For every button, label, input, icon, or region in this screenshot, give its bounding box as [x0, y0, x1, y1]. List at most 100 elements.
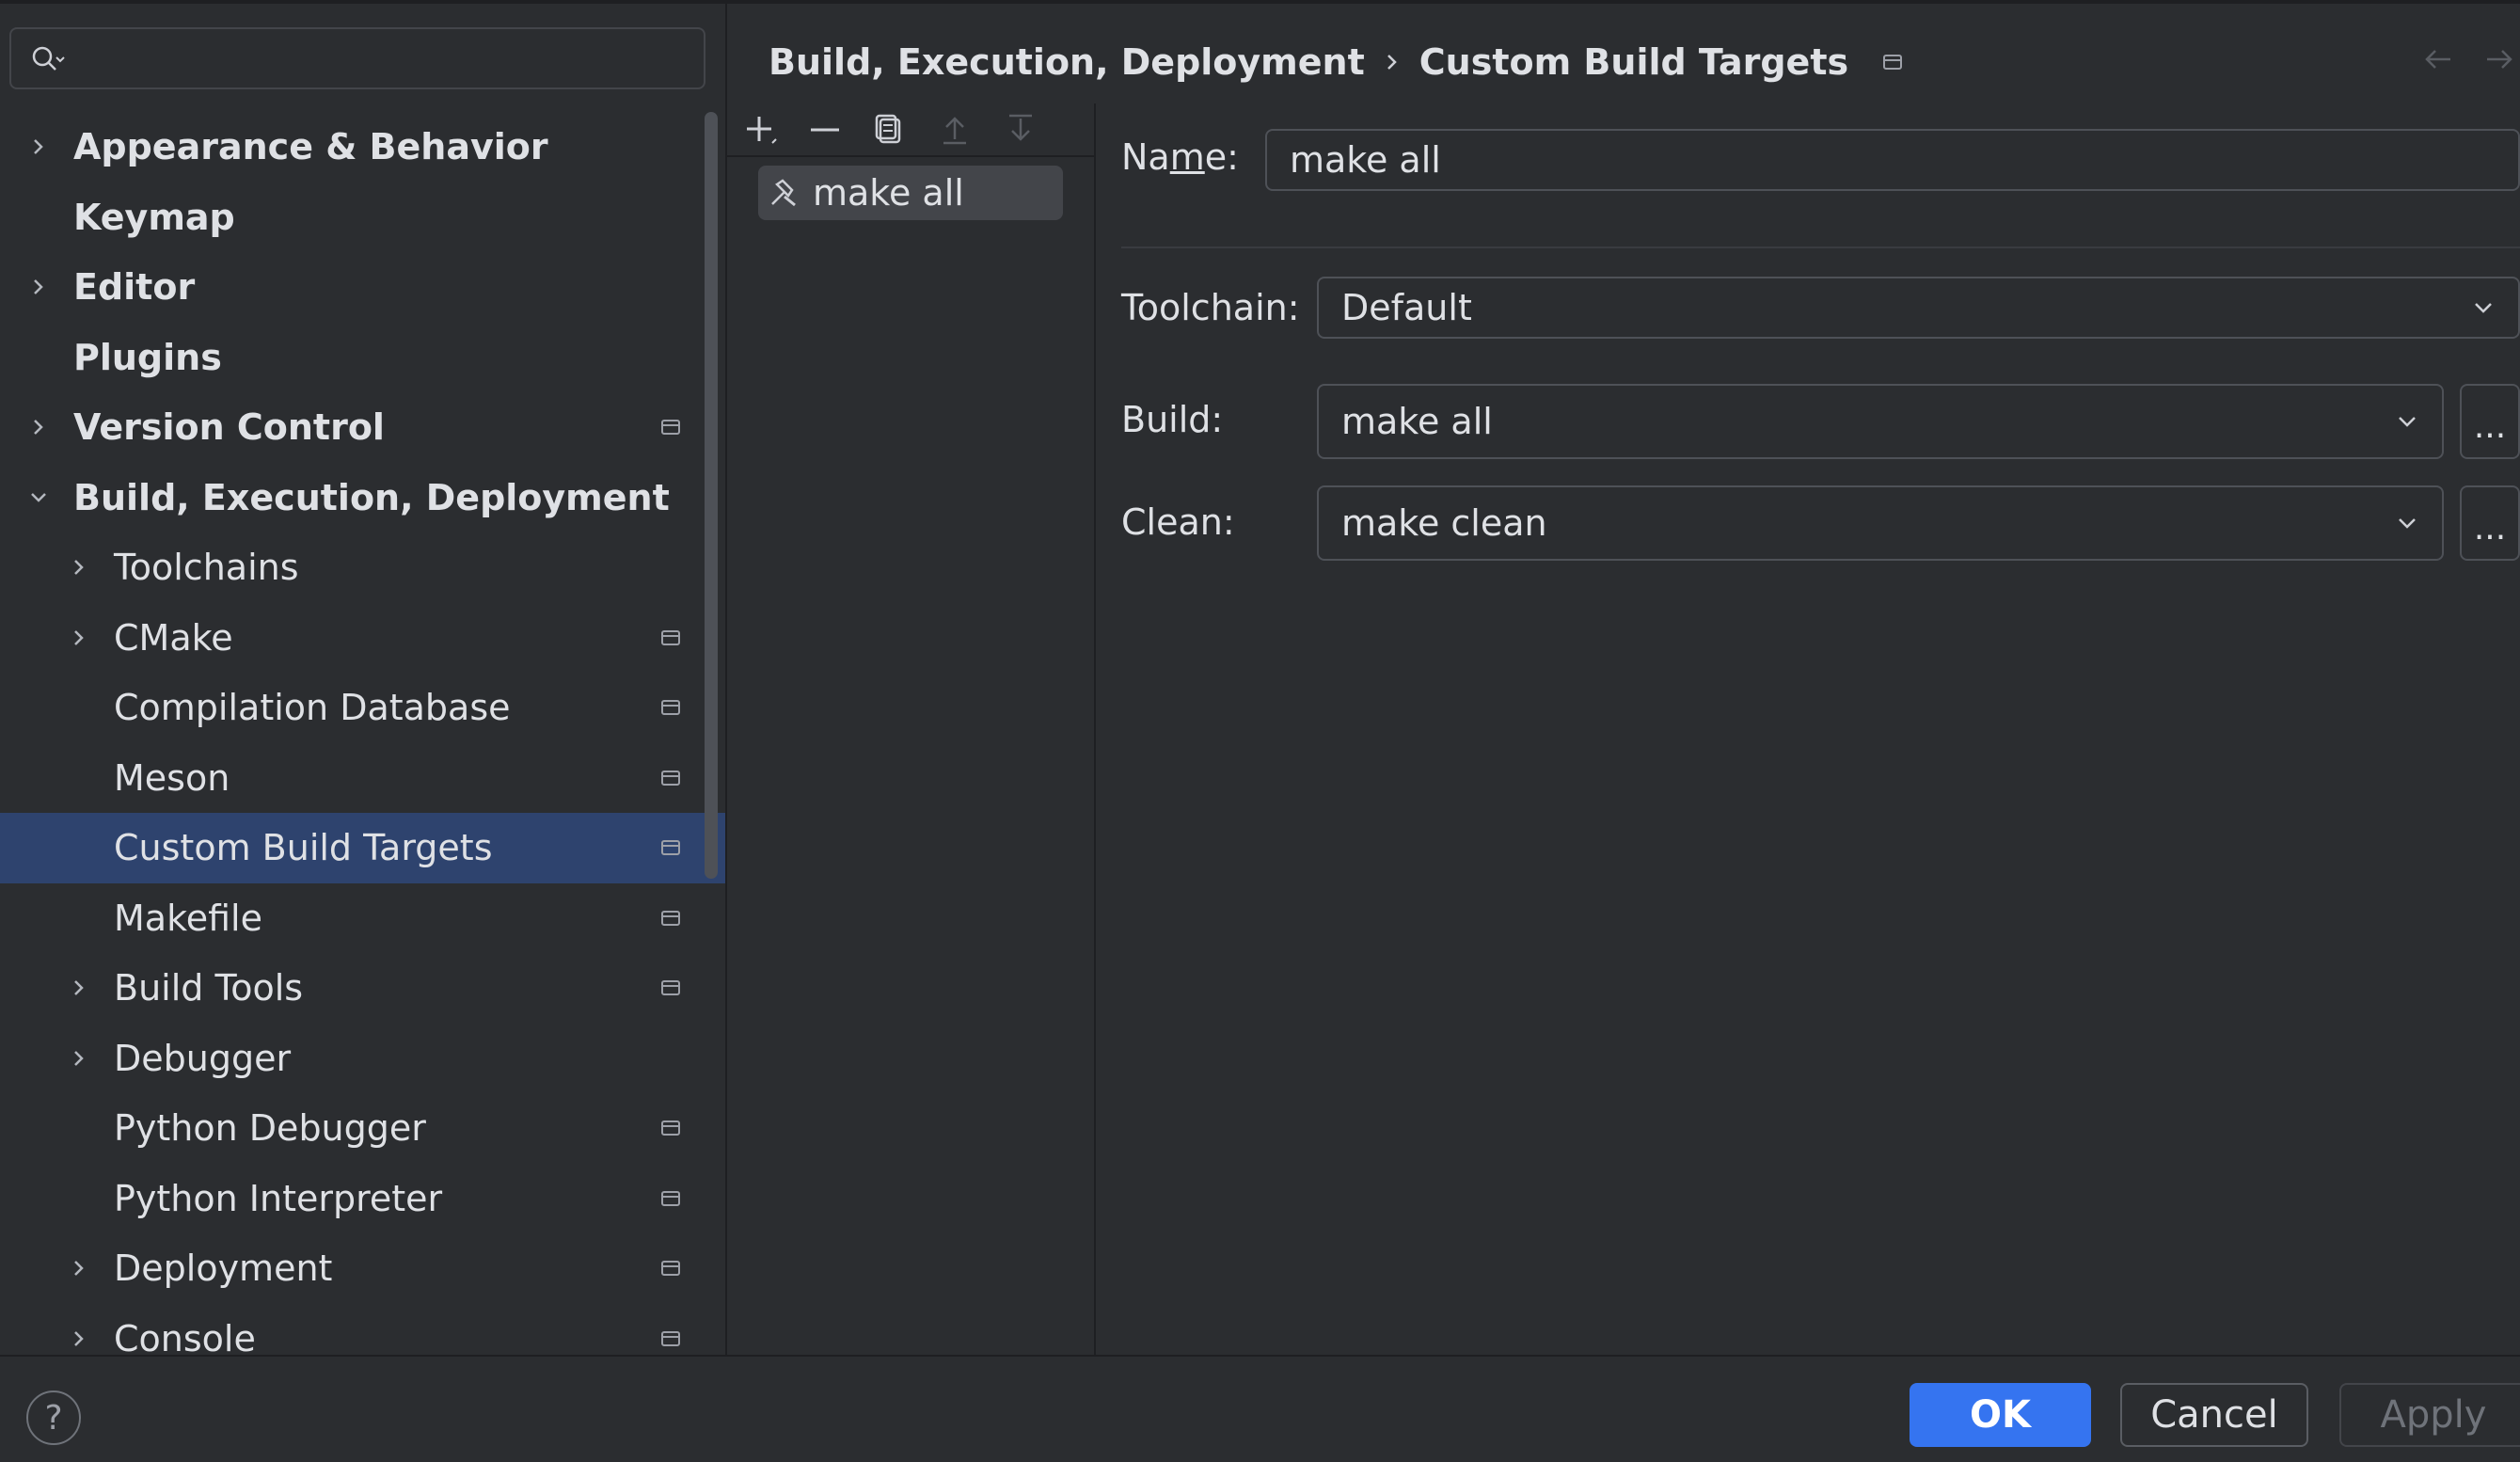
sidebar-item-label: Python Interpreter [114, 1177, 443, 1219]
build-browse-button[interactable]: ... [2460, 384, 2520, 459]
sidebar-item[interactable]: Editor [0, 252, 725, 323]
name-label: Name: [1121, 136, 1239, 178]
chevron-right-icon[interactable] [69, 1048, 89, 1069]
sidebar-item-label: Plugins [73, 336, 222, 378]
chevron-right-icon[interactable] [69, 557, 89, 578]
sidebar-item[interactable]: Version Control [0, 392, 725, 463]
copy-icon[interactable] [870, 111, 908, 149]
name-value: make all [1290, 139, 1441, 181]
toolchain-label: Toolchain: [1121, 287, 1300, 328]
sidebar-item-label: Console [114, 1317, 256, 1359]
sidebar-item-label: Build, Execution, Deployment [73, 476, 670, 518]
chevron-right-icon [1387, 55, 1397, 70]
sidebar-item[interactable]: Python Debugger [0, 1093, 725, 1164]
sidebar-item[interactable]: Python Interpreter [0, 1164, 725, 1234]
pin-icon [661, 700, 680, 716]
move-up-icon[interactable] [936, 111, 974, 149]
sidebar-item-label: Build Tools [114, 967, 304, 1009]
build-value: make all [1341, 401, 1493, 442]
clean-select[interactable]: make clean [1317, 485, 2444, 561]
settings-tree: Appearance & Behavior Keymap Editor Plugins… [0, 112, 725, 1374]
sidebar-item[interactable]: Compilation Database [0, 673, 725, 743]
apply-button[interactable]: Apply [2339, 1383, 2520, 1447]
add-icon[interactable] [742, 111, 780, 149]
sidebar-item-label: Keymap [73, 196, 235, 238]
move-down-icon[interactable] [1002, 111, 1039, 149]
pin-icon [661, 840, 680, 856]
targets-list-panel: make all [727, 103, 1096, 1355]
sidebar-scrollbar[interactable] [705, 112, 718, 879]
sidebar-item[interactable]: Toolchains [0, 532, 725, 603]
toolchain-select[interactable]: Default [1317, 277, 2520, 339]
sidebar-item-label: Deployment [114, 1247, 333, 1290]
sidebar-item-label: Compilation Database [114, 687, 511, 729]
chevron-down-icon [2399, 417, 2416, 427]
pin-icon [661, 1261, 680, 1277]
sidebar-item[interactable]: Build Tools [0, 953, 725, 1024]
back-arrow-icon[interactable] [2422, 43, 2454, 75]
breadcrumb-current: Custom Build Targets [1418, 41, 1849, 83]
help-button[interactable]: ? [26, 1390, 81, 1445]
sidebar-item[interactable]: Deployment [0, 1233, 725, 1304]
pin-icon [661, 770, 680, 786]
forward-arrow-icon[interactable] [2483, 43, 2515, 75]
sidebar-item[interactable]: Meson [0, 743, 725, 814]
sidebar-item[interactable]: Build, Execution, Deployment [0, 463, 725, 533]
pin-icon [661, 1120, 680, 1136]
sidebar-item-label: Python Debugger [114, 1107, 426, 1150]
targets-toolbar [727, 103, 1094, 157]
pin-icon [1883, 55, 1903, 70]
settings-search-input[interactable] [9, 27, 705, 89]
search-icon [32, 46, 65, 71]
remove-icon[interactable] [806, 111, 844, 149]
chevron-right-icon[interactable] [69, 1258, 89, 1279]
chevron-down-icon[interactable] [28, 487, 49, 508]
sidebar-item[interactable]: Keymap [0, 183, 725, 253]
name-input[interactable]: make all [1265, 129, 2520, 191]
sidebar-item-label: Custom Build Targets [114, 827, 493, 869]
chevron-right-icon[interactable] [28, 136, 49, 157]
chevron-right-icon[interactable] [69, 977, 89, 998]
chevron-right-icon[interactable] [69, 1328, 89, 1349]
sidebar-item-label: Meson [114, 756, 230, 799]
breadcrumb-parent[interactable]: Build, Execution, Deployment [769, 41, 1365, 83]
sidebar-item-label: Editor [73, 266, 196, 309]
clean-value: make clean [1341, 502, 1547, 544]
cancel-button[interactable]: Cancel [2120, 1383, 2308, 1447]
chevron-down-icon [2399, 518, 2416, 529]
sidebar-item[interactable]: Makefile [0, 883, 725, 954]
sidebar-item-label: Debugger [114, 1037, 292, 1079]
pin-icon [661, 980, 680, 996]
sidebar-item-label: Toolchains [114, 547, 299, 589]
sidebar-item[interactable]: Custom Build Targets [0, 813, 725, 883]
target-label: make all [813, 172, 964, 214]
chevron-right-icon[interactable] [69, 628, 89, 648]
build-select[interactable]: make all [1317, 384, 2444, 459]
pin-icon [661, 1330, 680, 1346]
sidebar-item-label: Appearance & Behavior [73, 126, 548, 168]
clean-label: Clean: [1121, 501, 1235, 543]
build-label: Build: [1121, 399, 1224, 440]
sidebar-item-label: Makefile [114, 897, 262, 939]
sidebar-item[interactable]: Appearance & Behavior [0, 112, 725, 183]
settings-sidebar: Appearance & Behavior Keymap Editor Plugins… [0, 4, 727, 1359]
toolchain-value: Default [1341, 287, 1472, 328]
clean-browse-button[interactable]: ... [2460, 485, 2520, 561]
chevron-right-icon[interactable] [28, 417, 49, 437]
sidebar-item[interactable]: Debugger [0, 1024, 725, 1094]
sidebar-item[interactable]: Plugins [0, 323, 725, 393]
breadcrumb: Build, Execution, Deployment Custom Buil… [769, 34, 1903, 90]
pin-icon [661, 420, 680, 436]
sidebar-item-label: Version Control [73, 406, 385, 449]
chevron-down-icon [2475, 303, 2492, 313]
dialog-footer: ? OK Cancel Apply [0, 1355, 2520, 1462]
chevron-right-icon[interactable] [28, 277, 49, 297]
sidebar-item-label: CMake [114, 616, 233, 659]
sidebar-item[interactable]: CMake [0, 603, 725, 674]
pin-icon [661, 910, 680, 926]
pin-icon [661, 1190, 680, 1206]
ok-button[interactable]: OK [1910, 1383, 2091, 1447]
target-list-item[interactable]: make all [758, 166, 1063, 220]
pin-icon [661, 629, 680, 645]
build-target-icon [771, 179, 796, 207]
